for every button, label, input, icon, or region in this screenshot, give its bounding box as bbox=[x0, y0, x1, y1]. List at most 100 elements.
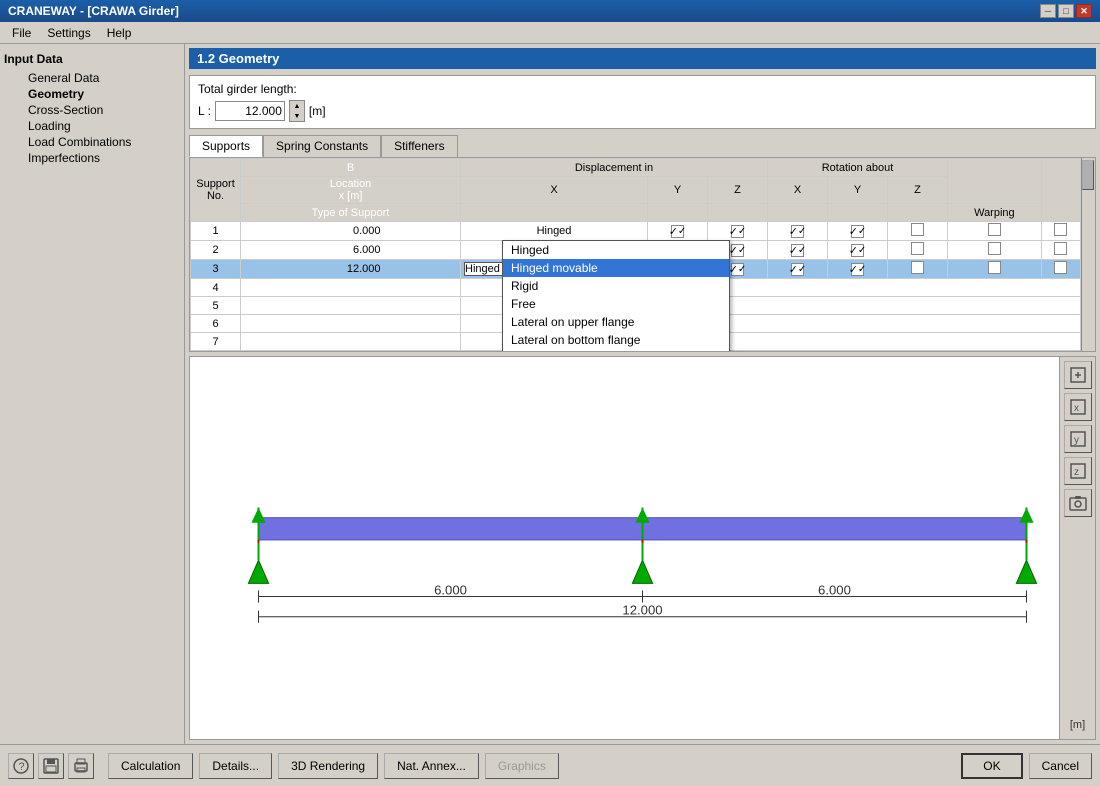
row1-rz[interactable] bbox=[948, 222, 1042, 241]
row1-cy[interactable]: ✓ bbox=[708, 222, 768, 241]
dropdown-rigid[interactable]: Rigid bbox=[503, 277, 729, 295]
nat-annex-button[interactable]: Nat. Annex... bbox=[384, 753, 479, 779]
length-down-button[interactable]: ▼ bbox=[290, 111, 304, 121]
checkbox-row3-cz[interactable]: ✓ bbox=[791, 263, 804, 276]
row2-no: 2 bbox=[191, 241, 241, 260]
dropdown-lateral-upper[interactable]: Lateral on upper flange bbox=[503, 313, 729, 331]
table-row: 1 Hinged ✓ ✓ ✓ ✓ bbox=[191, 222, 1095, 241]
dropdown-free[interactable]: Free bbox=[503, 295, 729, 313]
3d-rendering-button[interactable]: 3D Rendering bbox=[278, 753, 378, 779]
close-button[interactable]: ✕ bbox=[1076, 4, 1092, 18]
col-header-X1: X bbox=[461, 177, 648, 204]
checkbox-row3-w[interactable] bbox=[1054, 261, 1067, 274]
row1-no: 1 bbox=[191, 222, 241, 241]
ok-button[interactable]: OK bbox=[961, 753, 1022, 779]
zoom-y-button[interactable]: y bbox=[1064, 425, 1092, 453]
maximize-button[interactable]: □ bbox=[1058, 4, 1074, 18]
checkbox-row1-cz[interactable]: ✓ bbox=[791, 225, 804, 238]
svg-text:z: z bbox=[1074, 467, 1079, 478]
row3-location[interactable] bbox=[241, 260, 461, 279]
checkbox-row2-cz[interactable]: ✓ bbox=[791, 244, 804, 257]
row3-rx[interactable]: ✓ bbox=[828, 260, 888, 279]
minimize-button[interactable]: ─ bbox=[1040, 4, 1056, 18]
details-button[interactable]: Details... bbox=[199, 753, 272, 779]
length-input[interactable] bbox=[215, 101, 285, 121]
row3-cz[interactable]: ✓ bbox=[768, 260, 828, 279]
col-header-Y1: Y bbox=[648, 177, 708, 204]
help-button[interactable]: ? bbox=[8, 753, 34, 779]
table-scrollbar[interactable] bbox=[1081, 158, 1095, 351]
calculation-button[interactable]: Calculation bbox=[108, 753, 193, 779]
checkbox-row2-rx[interactable]: ✓ bbox=[851, 244, 864, 257]
tabs-container: Supports Spring Constants Stiffeners bbox=[189, 135, 1096, 157]
row2-rx[interactable]: ✓ bbox=[828, 241, 888, 260]
checkbox-row1-rz[interactable] bbox=[988, 223, 1001, 236]
row3-ry[interactable] bbox=[888, 260, 948, 279]
menu-help[interactable]: Help bbox=[99, 24, 140, 42]
checkbox-row1-rx[interactable]: ✓ bbox=[851, 225, 864, 238]
unit-label: [m] bbox=[1070, 719, 1085, 731]
checkbox-row2-rz[interactable] bbox=[988, 242, 1001, 255]
sidebar-item-general-data[interactable]: General Data bbox=[4, 70, 180, 86]
tab-stiffeners[interactable]: Stiffeners bbox=[381, 135, 457, 157]
row1-w[interactable] bbox=[1041, 222, 1080, 241]
row2-cz[interactable]: ✓ bbox=[768, 241, 828, 260]
dropdown-hinged-movable[interactable]: Hinged movable bbox=[503, 259, 729, 277]
row1-cz[interactable]: ✓ bbox=[768, 222, 828, 241]
dropdown-user-defined[interactable]: User-defined bbox=[503, 349, 729, 352]
cancel-button[interactable]: Cancel bbox=[1029, 753, 1092, 779]
sidebar-item-load-combinations[interactable]: Load Combinations bbox=[4, 134, 180, 150]
content-area: 1.2 Geometry Total girder length: L : ▲ … bbox=[185, 44, 1100, 744]
row6-location[interactable] bbox=[241, 315, 461, 333]
checkbox-row1-ry[interactable] bbox=[911, 223, 924, 236]
row1-rx[interactable]: ✓ bbox=[828, 222, 888, 241]
col-header-displacement: Displacement in bbox=[461, 159, 768, 177]
sidebar: Input Data General Data Geometry Cross-S… bbox=[0, 44, 185, 744]
row4-location[interactable] bbox=[241, 279, 461, 297]
row2-rz[interactable] bbox=[948, 241, 1042, 260]
zoom-z-button[interactable]: z bbox=[1064, 457, 1092, 485]
bottom-bar: ? Calculation Details... 3D Rendering Na… bbox=[0, 744, 1100, 786]
dropdown-lateral-bottom[interactable]: Lateral on bottom flange bbox=[503, 331, 729, 349]
length-up-button[interactable]: ▲ bbox=[290, 101, 304, 111]
checkbox-row1-cy[interactable]: ✓ bbox=[731, 225, 744, 238]
row2-ry[interactable] bbox=[888, 241, 948, 260]
row1-cx[interactable]: ✓ bbox=[648, 222, 708, 241]
save-button[interactable] bbox=[38, 753, 64, 779]
checkbox-row3-cy[interactable]: ✓ bbox=[731, 263, 744, 276]
row7-location[interactable] bbox=[241, 333, 461, 351]
row5-location[interactable] bbox=[241, 297, 461, 315]
tab-supports[interactable]: Supports bbox=[189, 135, 263, 157]
tab-spring-constants[interactable]: Spring Constants bbox=[263, 135, 381, 157]
menu-settings[interactable]: Settings bbox=[39, 24, 98, 42]
type-dropdown[interactable]: Hinged Hinged movable Rigid Free Lateral… bbox=[502, 240, 730, 352]
checkbox-row1-cx[interactable]: ✓ bbox=[671, 225, 684, 238]
checkbox-row2-w[interactable] bbox=[1054, 242, 1067, 255]
screenshot-button[interactable] bbox=[1064, 489, 1092, 517]
sidebar-item-geometry[interactable]: Geometry bbox=[4, 86, 180, 102]
sidebar-item-imperfections[interactable]: Imperfections bbox=[4, 150, 180, 166]
row3-rz[interactable] bbox=[948, 260, 1042, 279]
zoom-x-button[interactable]: x bbox=[1064, 393, 1092, 421]
row1-ry[interactable] bbox=[888, 222, 948, 241]
checkbox-row3-ry[interactable] bbox=[911, 261, 924, 274]
dropdown-hinged[interactable]: Hinged bbox=[503, 241, 729, 259]
sidebar-item-loading[interactable]: Loading bbox=[4, 118, 180, 134]
scrollbar-thumb[interactable] bbox=[1082, 160, 1094, 190]
row2-location[interactable] bbox=[241, 241, 461, 260]
checkbox-row2-ry[interactable] bbox=[911, 242, 924, 255]
zoom-fit-button[interactable] bbox=[1064, 361, 1092, 389]
graphics-button[interactable]: Graphics bbox=[485, 753, 559, 779]
row1-location[interactable] bbox=[241, 222, 461, 241]
row2-w[interactable] bbox=[1041, 241, 1080, 260]
row3-w[interactable] bbox=[1041, 260, 1080, 279]
beam-diagram: 6.000 6.000 12.000 bbox=[208, 357, 1077, 739]
checkbox-row3-rz[interactable] bbox=[988, 261, 1001, 274]
checkbox-row1-w[interactable] bbox=[1054, 223, 1067, 236]
svg-text:x: x bbox=[1074, 403, 1079, 414]
checkbox-row3-rx[interactable]: ✓ bbox=[851, 263, 864, 276]
print-button[interactable] bbox=[68, 753, 94, 779]
menu-file[interactable]: File bbox=[4, 24, 39, 42]
sidebar-item-cross-section[interactable]: Cross-Section bbox=[4, 102, 180, 118]
checkbox-row2-cy[interactable]: ✓ bbox=[731, 244, 744, 257]
